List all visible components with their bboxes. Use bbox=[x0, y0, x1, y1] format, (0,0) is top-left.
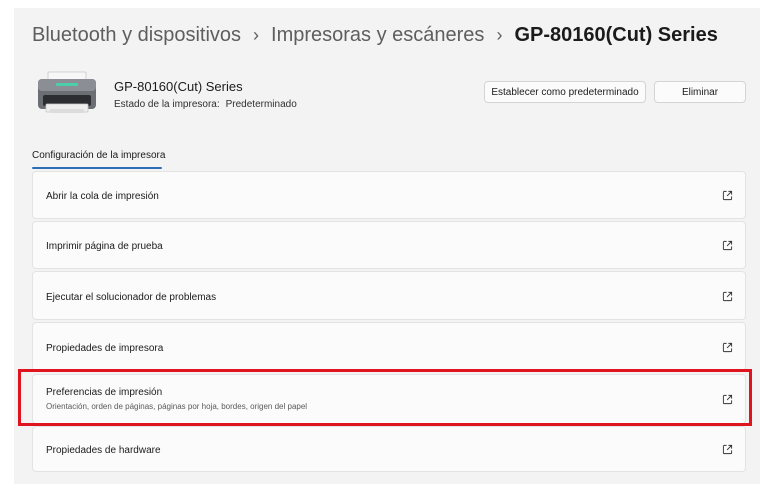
print-test-page-row[interactable]: Imprimir página de prueba bbox=[32, 221, 746, 269]
printer-properties-row[interactable]: Propiedades de impresora bbox=[32, 322, 746, 371]
tab-active-indicator bbox=[32, 167, 162, 169]
row-label: Propiedades de impresora bbox=[46, 343, 164, 354]
printer-name: GP-80160(Cut) Series bbox=[114, 79, 243, 94]
breadcrumb-bluetooth-devices[interactable]: Bluetooth y dispositivos bbox=[32, 24, 241, 47]
breadcrumb-printers-scanners[interactable]: Impresoras y escáneres bbox=[271, 24, 484, 47]
set-default-button[interactable]: Establecer como predeterminado bbox=[484, 81, 646, 103]
highlight-box bbox=[18, 369, 752, 426]
open-external-icon bbox=[722, 190, 733, 201]
open-external-icon bbox=[722, 291, 733, 302]
tab-printer-settings[interactable]: Configuración de la impresora bbox=[32, 150, 165, 161]
printer-status: Estado de la impresora: Predeterminado bbox=[114, 99, 297, 110]
row-label: Ejecutar el solucionador de problemas bbox=[46, 292, 217, 303]
printer-status-value: Predeterminado bbox=[225, 99, 297, 110]
run-troubleshooter-row[interactable]: Ejecutar el solucionador de problemas bbox=[32, 271, 746, 320]
hardware-properties-row[interactable]: Propiedades de hardware bbox=[32, 426, 746, 472]
row-label: Propiedades de hardware bbox=[46, 445, 161, 456]
remove-button[interactable]: Eliminar bbox=[654, 81, 746, 103]
open-external-icon bbox=[722, 342, 733, 353]
row-label: Imprimir página de prueba bbox=[46, 241, 163, 252]
open-external-icon bbox=[722, 444, 733, 455]
breadcrumb: Bluetooth y dispositivos › Impresoras y … bbox=[32, 18, 718, 52]
breadcrumb-current-page: GP-80160(Cut) Series bbox=[514, 23, 718, 46]
row-label: Abrir la cola de impresión bbox=[46, 191, 159, 202]
breadcrumb-separator: › bbox=[496, 24, 503, 45]
open-print-queue-row[interactable]: Abrir la cola de impresión bbox=[32, 171, 746, 219]
breadcrumb-separator: › bbox=[253, 24, 260, 45]
printer-status-label: Estado de la impresora: bbox=[114, 99, 220, 110]
printer-icon bbox=[38, 71, 96, 113]
open-external-icon bbox=[722, 240, 733, 251]
